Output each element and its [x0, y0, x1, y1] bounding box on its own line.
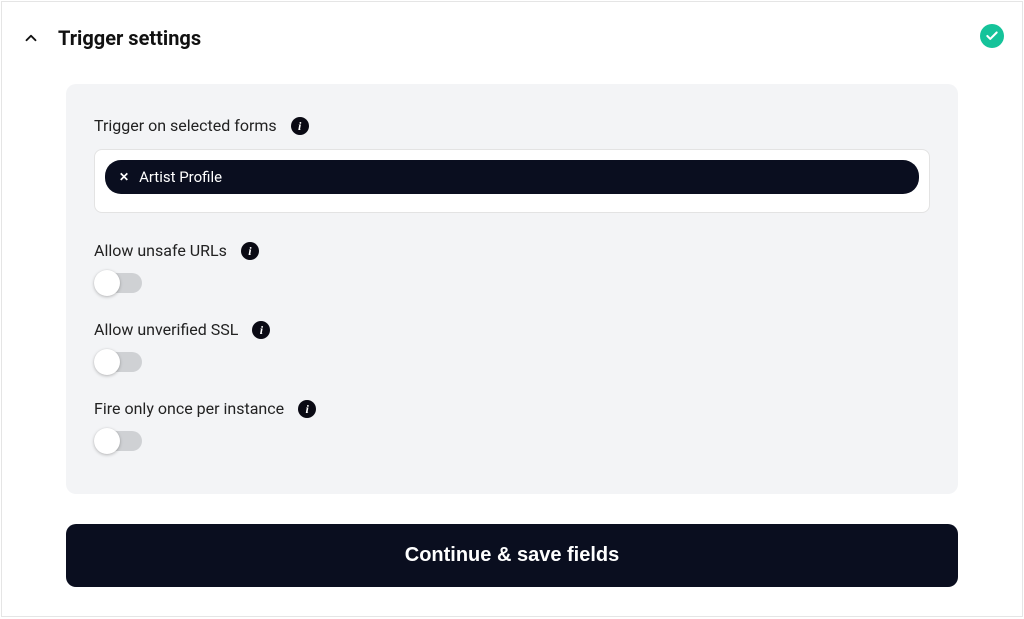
- info-icon[interactable]: i: [298, 400, 316, 418]
- chevron-up-icon[interactable]: [22, 29, 40, 47]
- allow-unsafe-urls-toggle[interactable]: [94, 272, 146, 294]
- selected-form-chip: ✕ Artist Profile: [105, 160, 919, 194]
- toggle-thumb: [94, 428, 120, 454]
- allow-unsafe-urls-field: Allow unsafe URLs i: [94, 241, 930, 294]
- info-icon[interactable]: i: [252, 321, 270, 339]
- toggle-thumb: [94, 349, 120, 375]
- status-complete-icon: [980, 24, 1004, 48]
- allow-unverified-ssl-toggle[interactable]: [94, 351, 146, 373]
- fire-once-label: Fire only once per instance: [94, 399, 284, 418]
- forms-multiselect[interactable]: ✕ Artist Profile: [94, 149, 930, 213]
- info-icon[interactable]: i: [291, 117, 309, 135]
- allow-unverified-ssl-label: Allow unverified SSL: [94, 320, 238, 339]
- field-label-row: Fire only once per instance i: [94, 399, 930, 418]
- trigger-settings-card: Trigger settings Trigger on selected for…: [1, 1, 1023, 617]
- trigger-forms-field: Trigger on selected forms i ✕ Artist Pro…: [94, 116, 930, 213]
- fire-once-toggle[interactable]: [94, 430, 146, 452]
- field-label-row: Allow unsafe URLs i: [94, 241, 930, 260]
- section-title: Trigger settings: [58, 26, 201, 50]
- allow-unsafe-urls-label: Allow unsafe URLs: [94, 241, 227, 260]
- field-label-row: Trigger on selected forms i: [94, 116, 930, 135]
- info-icon[interactable]: i: [241, 242, 259, 260]
- section-header: Trigger settings: [2, 2, 1022, 68]
- field-label-row: Allow unverified SSL i: [94, 320, 930, 339]
- trigger-forms-label: Trigger on selected forms: [94, 116, 277, 135]
- settings-panel: Trigger on selected forms i ✕ Artist Pro…: [66, 84, 958, 494]
- chip-label: Artist Profile: [139, 168, 222, 186]
- allow-unverified-ssl-field: Allow unverified SSL i: [94, 320, 930, 373]
- toggle-thumb: [94, 270, 120, 296]
- continue-save-button[interactable]: Continue & save fields: [66, 524, 958, 587]
- fire-once-field: Fire only once per instance i: [94, 399, 930, 452]
- remove-chip-icon[interactable]: ✕: [119, 170, 129, 184]
